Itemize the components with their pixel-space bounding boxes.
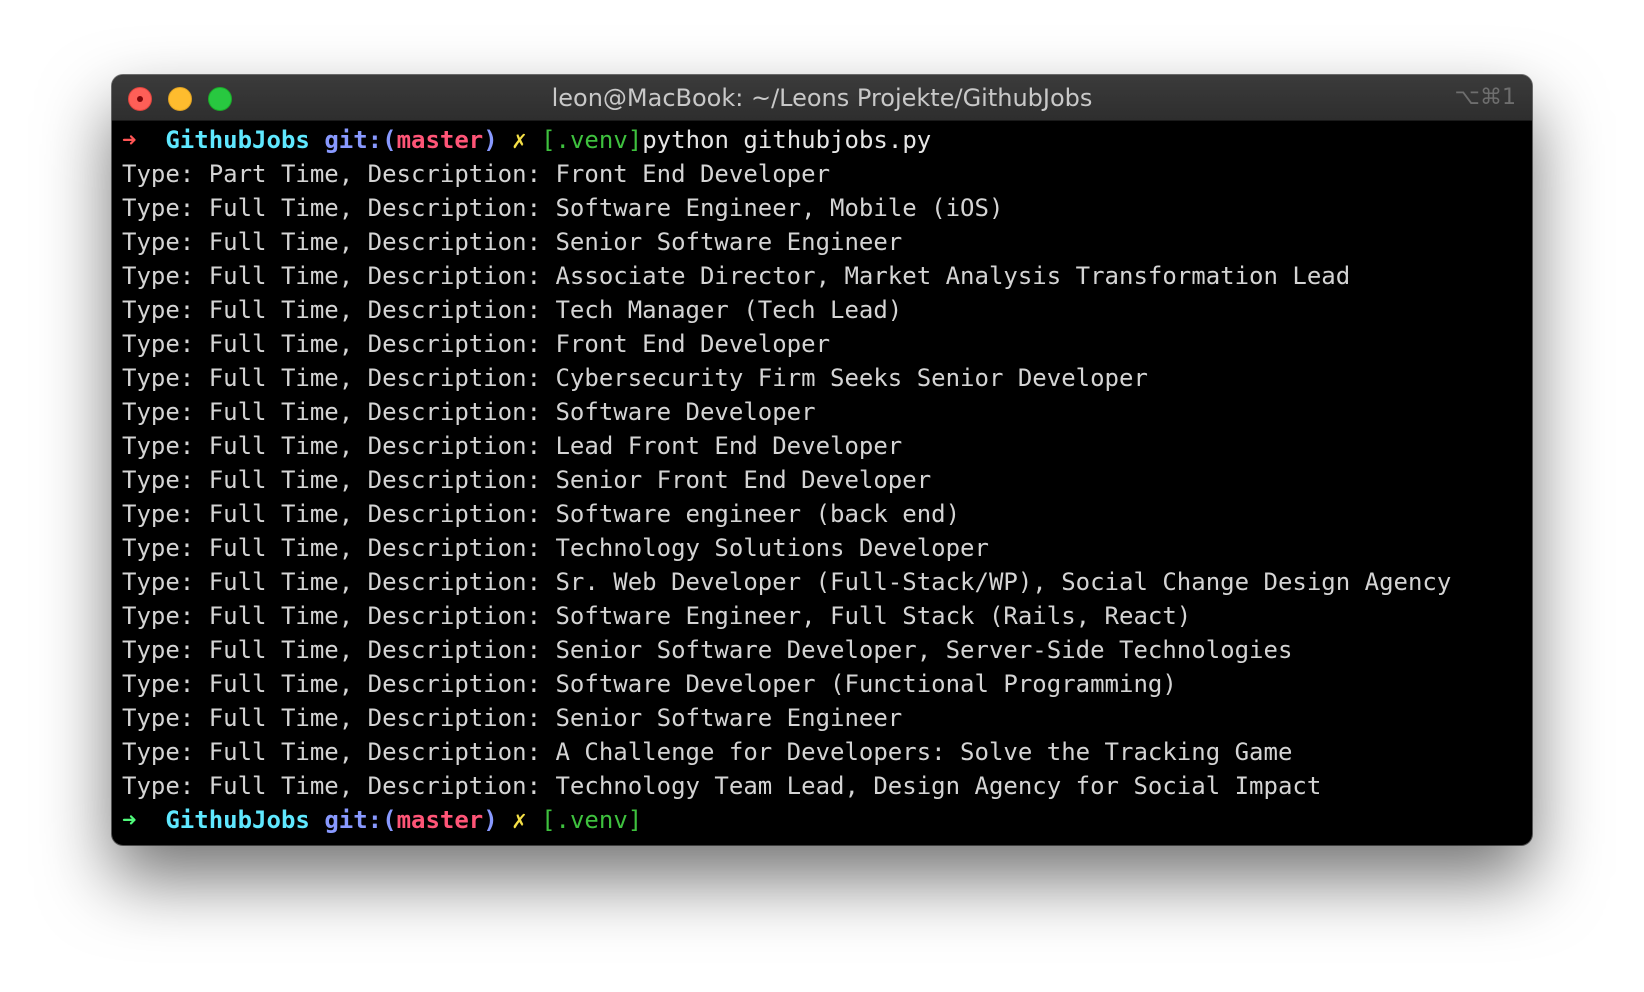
output-line: Type: Full Time, Description: Technology… (122, 534, 989, 562)
venv-indicator: [.venv] (541, 126, 643, 154)
output-line: Type: Full Time, Description: Cybersecur… (122, 364, 1148, 392)
output-line: Type: Full Time, Description: Software D… (122, 398, 816, 426)
terminal-window: leon@MacBook: ~/Leons Projekte/GithubJob… (112, 75, 1532, 845)
prompt-directory: GithubJobs (165, 126, 310, 154)
git-suffix: ) (483, 806, 498, 834)
prompt-arrow-icon: ➜ (122, 806, 137, 834)
title-bar: leon@MacBook: ~/Leons Projekte/GithubJob… (112, 75, 1532, 121)
output-line: Type: Full Time, Description: Associate … (122, 262, 1351, 290)
prompt-line-current: ➜ GithubJobs git:(master) ✗ [.venv] (122, 803, 1532, 837)
output-line: Type: Full Time, Description: Software E… (122, 602, 1192, 630)
output-line: Type: Full Time, Description: Senior Sof… (122, 704, 903, 732)
prompt-line-command: ➜ GithubJobs git:(master) ✗ [.venv]pytho… (122, 123, 1532, 157)
venv-indicator: [.venv] (541, 806, 643, 834)
window-title: leon@MacBook: ~/Leons Projekte/GithubJob… (551, 84, 1093, 112)
command-text: python githubjobs.py (642, 126, 932, 154)
git-branch: master (396, 126, 484, 154)
output-line: Type: Full Time, Description: A Challeng… (122, 738, 1293, 766)
output-line: Type: Full Time, Description: Front End … (122, 330, 831, 358)
prompt-arrow-icon: ➜ (122, 126, 137, 154)
output-line: Type: Full Time, Description: Senior Fro… (122, 466, 932, 494)
git-dirty-icon: ✗ (512, 806, 527, 834)
output-line: Type: Full Time, Description: Software E… (122, 194, 1004, 222)
git-prefix: git:( (324, 806, 397, 834)
output-line: Type: Part Time, Description: Front End … (122, 160, 831, 188)
output-line: Type: Full Time, Description: Senior Sof… (122, 228, 903, 256)
output-line: Type: Full Time, Description: Senior Sof… (122, 636, 1293, 664)
git-dirty-icon: ✗ (512, 126, 527, 154)
output-line: Type: Full Time, Description: Tech Manag… (122, 296, 903, 324)
window-shortcut: ⌥⌘1 (1454, 85, 1516, 110)
output-line: Type: Full Time, Description: Software D… (122, 670, 1177, 698)
output-line: Type: Full Time, Description: Software e… (122, 500, 961, 528)
terminal-output[interactable]: ➜ GithubJobs git:(master) ✗ [.venv]pytho… (112, 121, 1532, 837)
output-line: Type: Full Time, Description: Technology… (122, 772, 1322, 800)
git-prefix: git:( (324, 126, 397, 154)
git-suffix: ) (483, 126, 498, 154)
git-branch: master (396, 806, 484, 834)
prompt-directory: GithubJobs (165, 806, 310, 834)
output-line: Type: Full Time, Description: Lead Front… (122, 432, 903, 460)
output-line: Type: Full Time, Description: Sr. Web De… (122, 568, 1452, 596)
